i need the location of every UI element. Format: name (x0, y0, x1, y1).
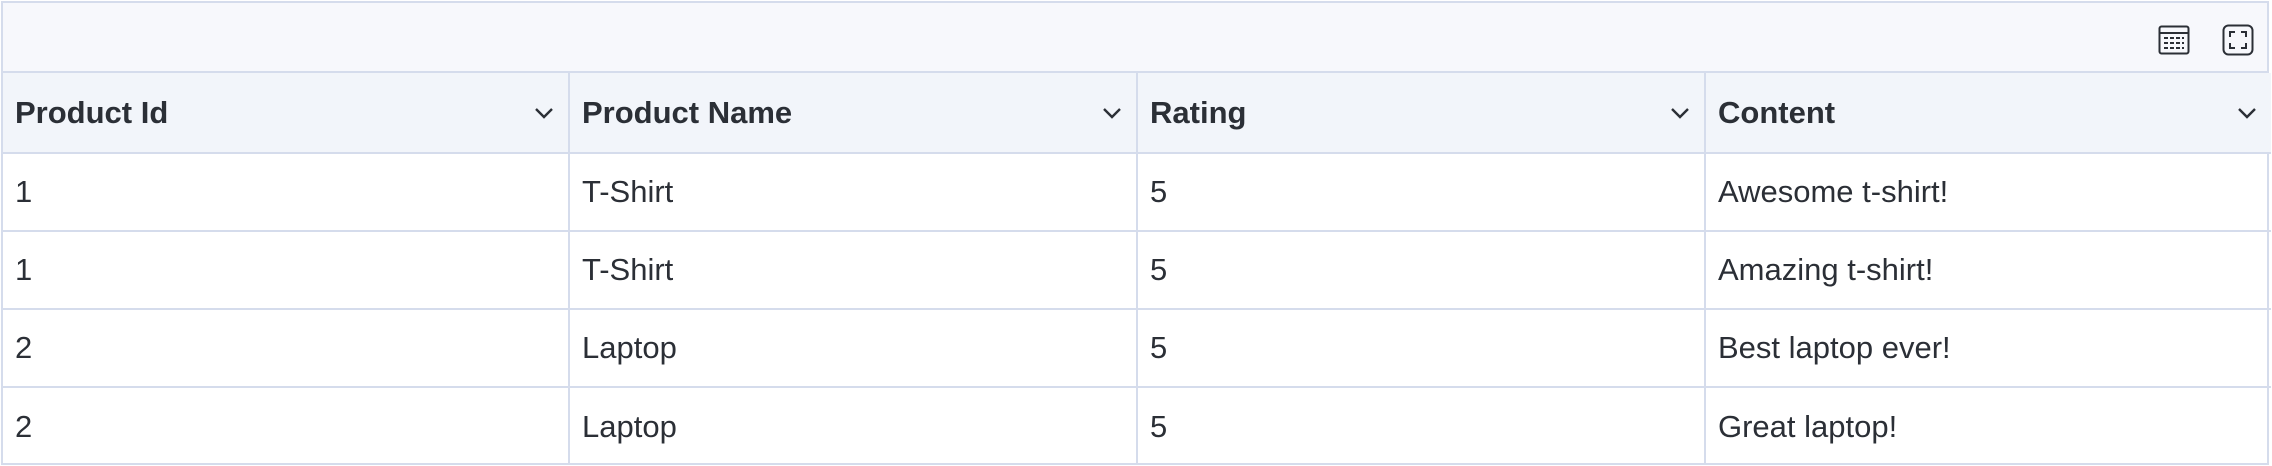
table-row[interactable]: 1 T-Shirt 5 Awesome t-shirt! (3, 153, 2271, 232)
table-cell[interactable]: 2 (3, 387, 570, 465)
table-cell[interactable]: 5 (1137, 231, 1706, 310)
table-row[interactable]: 2 Laptop 5 Best laptop ever! (3, 309, 2271, 388)
chevron-down-icon[interactable] (1670, 107, 1690, 119)
table-cell[interactable]: Amazing t-shirt! (1705, 231, 2271, 310)
table-cell[interactable]: Laptop (569, 387, 1138, 465)
table-cell[interactable]: Awesome t-shirt! (1705, 153, 2271, 232)
column-header-content[interactable]: Content (1705, 73, 2271, 154)
table-cell[interactable]: 1 (3, 231, 570, 310)
table-view-icon (2158, 25, 2190, 55)
column-header-label: Rating (1150, 94, 1247, 130)
column-header-label: Product Id (15, 94, 169, 130)
table-cell[interactable]: 2 (3, 309, 570, 388)
table-cell[interactable]: 5 (1137, 387, 1706, 465)
column-header-label: Content (1718, 94, 1836, 130)
table-cell[interactable]: 5 (1137, 309, 1706, 388)
column-header-product-name[interactable]: Product Name (569, 73, 1138, 154)
data-grid: Product Id Product Name Rating Content 1… (1, 1, 2271, 465)
grid-toolbar (3, 3, 2267, 73)
table-cell[interactable]: T-Shirt (569, 153, 1138, 232)
table-cell[interactable]: 1 (3, 153, 570, 232)
column-header-product-id[interactable]: Product Id (3, 73, 570, 154)
data-table: Product Id Product Name Rating Content 1… (3, 73, 2271, 465)
table-cell[interactable]: 5 (1137, 153, 1706, 232)
fullscreen-icon (2222, 24, 2254, 56)
table-row[interactable]: 1 T-Shirt 5 Amazing t-shirt! (3, 231, 2271, 310)
table-cell[interactable]: Best laptop ever! (1705, 309, 2271, 388)
column-header-label: Product Name (582, 94, 793, 130)
table-view-button[interactable] (2157, 23, 2191, 57)
fullscreen-button[interactable] (2221, 23, 2255, 57)
table-cell[interactable]: T-Shirt (569, 231, 1138, 310)
table-row[interactable]: 2 Laptop 5 Great laptop! (3, 387, 2271, 465)
chevron-down-icon[interactable] (1102, 107, 1122, 119)
chevron-down-icon[interactable] (534, 107, 554, 119)
column-header-rating[interactable]: Rating (1137, 73, 1706, 154)
chevron-down-icon[interactable] (2237, 107, 2257, 119)
table-cell[interactable]: Great laptop! (1705, 387, 2271, 465)
table-cell[interactable]: Laptop (569, 309, 1138, 388)
table-header-row: Product Id Product Name Rating Content (3, 73, 2271, 154)
